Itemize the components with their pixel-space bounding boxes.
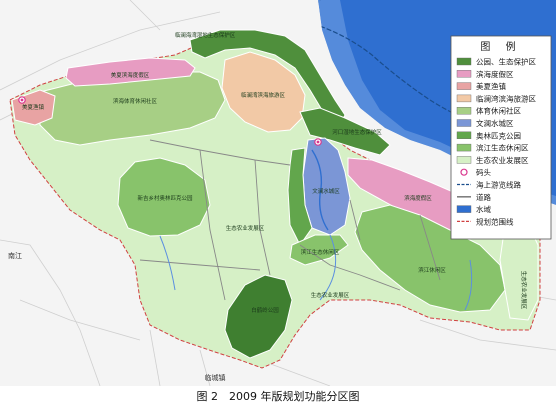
label-lanwan-tourism: 临澜湾滨海旅游区 (241, 91, 286, 99)
legend-swatch (456, 143, 472, 152)
legend-item: 公园、生态保护区 (456, 57, 536, 67)
legend: 图 例 公园、生态保护区滨海度假区美夏渔镇临澜湾滨海旅游区体育休闲社区文澜水城区… (450, 35, 552, 240)
legend-label: 海上游览线路 (476, 180, 521, 190)
label-olympic-park: 新吉乡村奥林匹克公园 (137, 194, 193, 202)
legend-item: 滨江生态休闲区 (456, 143, 529, 153)
label-east-resort: 滨海度假区 (404, 194, 432, 202)
dock-icon (460, 168, 468, 176)
legend-swatch (456, 205, 472, 213)
legend-label: 滨海度假区 (476, 69, 514, 79)
legend-label: 道路 (476, 192, 491, 202)
label-fishing-town: 美夏渔镇 (22, 103, 45, 111)
legend-item: 文澜水城区 (456, 118, 514, 128)
legend-swatch (456, 94, 472, 103)
label-water-city: 文澜水城区 (312, 187, 340, 195)
legend-label: 文澜水城区 (476, 118, 514, 128)
label-estuary-reserve: 河口湿地生态保护区 (332, 128, 382, 136)
label-coast-resort: 美夏滨海度假区 (111, 71, 150, 79)
label-eco-agri-1: 生态农业发展区 (226, 224, 265, 232)
legend-label: 生态农业发展区 (476, 155, 529, 165)
legend-label: 体育休闲社区 (476, 106, 521, 116)
legend-label: 滨江生态休闲区 (476, 143, 529, 153)
legend-label: 奥林匹克公园 (476, 130, 521, 140)
legend-swatch (456, 106, 472, 115)
label-riverside-park: 滨江休闲区 (418, 266, 446, 274)
legend-item: 奥林匹克公园 (456, 130, 521, 140)
legend-swatch (456, 156, 472, 164)
legend-item: 体育休闲社区 (456, 106, 521, 116)
legend-swatch (456, 119, 472, 127)
legend-label: 临澜湾滨海旅游区 (476, 93, 536, 103)
label-north-wetland: 临澜海湾湿地生态保护区 (175, 31, 236, 39)
label-nanjiang: 南江 (8, 251, 22, 260)
legend-swatch (456, 70, 472, 78)
legend-label: 水域 (476, 204, 491, 214)
label-eco-agri-2: 生态农业发展区 (311, 291, 350, 299)
legend-label: 码头 (476, 167, 491, 177)
legend-label: 美夏渔镇 (476, 81, 506, 91)
legend-label: 规划范围线 (476, 216, 514, 226)
figure-caption: 图 2 2009 年版规划功能分区图 (196, 390, 360, 403)
label-lincheng: 临城镇 (205, 373, 226, 382)
planning-map: 临澜海湾湿地生态保护区 美夏滨海度假区 美夏渔镇 滨海体育休闲社区 临澜湾滨海旅… (0, 0, 556, 386)
legend-item: 临澜湾滨海旅游区 (456, 93, 536, 103)
legend-title: 图 例 (480, 40, 521, 53)
legend-item: 生态农业发展区 (456, 155, 529, 165)
legend-item: 美夏渔镇 (456, 81, 506, 91)
legend-swatch (456, 82, 472, 90)
label-binjiang: 滨江生态休闲区 (301, 248, 340, 256)
label-east-agri: 生态农业发展区 (520, 271, 528, 310)
legend-label: 公园、生态保护区 (476, 57, 536, 67)
legend-swatch (456, 131, 472, 140)
label-sports-community: 滨海体育休闲社区 (113, 97, 158, 105)
legend-swatch (456, 57, 472, 66)
label-baijing-park: 白鹤岭公园 (251, 306, 279, 314)
legend-item: 滨海度假区 (456, 69, 514, 79)
